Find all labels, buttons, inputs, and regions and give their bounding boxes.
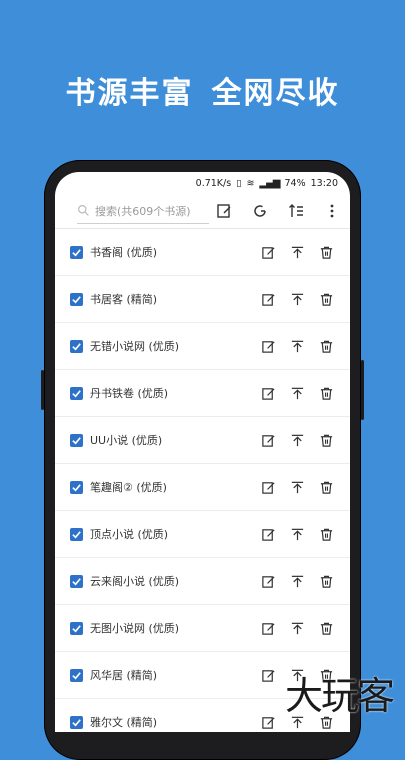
- delete-icon[interactable]: [319, 621, 334, 636]
- edit-icon[interactable]: [261, 480, 276, 495]
- checkbox[interactable]: [70, 621, 83, 635]
- toolbar: 搜索(共609个书源): [55, 194, 350, 229]
- edit-icon[interactable]: [261, 621, 276, 636]
- signal-icon: ▂▄▆: [259, 177, 280, 189]
- list-item[interactable]: 书居客 (精简): [55, 276, 350, 323]
- phone-screen: 0.71K/s ▯ ≋ ▂▄▆ 74% 13:20 搜索(共609个书源) 书香…: [55, 172, 350, 732]
- edit-icon[interactable]: [261, 386, 276, 401]
- headline-right: 全网尽收: [211, 76, 340, 111]
- sort-icon[interactable]: [288, 203, 304, 219]
- checkbox[interactable]: [70, 574, 83, 588]
- edit-source-icon[interactable]: [216, 203, 232, 219]
- edit-icon[interactable]: [261, 527, 276, 542]
- delete-icon[interactable]: [319, 245, 334, 260]
- refresh-icon[interactable]: [252, 203, 268, 219]
- checkbox[interactable]: [70, 339, 83, 353]
- delete-icon[interactable]: [319, 433, 334, 448]
- checkmark-icon: [72, 295, 81, 303]
- battery-level: 74%: [284, 177, 306, 189]
- search-input[interactable]: 搜索(共609个书源): [77, 199, 209, 224]
- source-name: 雅尔文 (精简): [90, 716, 158, 729]
- net-speed: 0.71K/s: [195, 177, 232, 189]
- delete-icon[interactable]: [319, 386, 334, 401]
- checkmark-icon: [72, 718, 81, 726]
- watermark: 大玩客: [284, 674, 395, 718]
- move-to-top-icon[interactable]: [290, 480, 305, 495]
- move-to-top-icon[interactable]: [290, 339, 305, 354]
- checkbox[interactable]: [70, 292, 83, 306]
- checkmark-icon: [72, 671, 81, 679]
- phone-side-button: [41, 370, 44, 410]
- search-placeholder: 搜索(共609个书源): [95, 204, 191, 218]
- list-item[interactable]: 云来阁小说 (优质): [55, 558, 350, 605]
- delete-icon[interactable]: [319, 339, 334, 354]
- move-to-top-icon[interactable]: [290, 527, 305, 542]
- move-to-top-icon[interactable]: [290, 245, 305, 260]
- list-item[interactable]: 无图小说网 (优质): [55, 605, 350, 652]
- checkmark-icon: [72, 577, 81, 585]
- source-name: 顶点小说 (优质): [90, 528, 169, 541]
- checkbox[interactable]: [70, 245, 83, 259]
- checkmark-icon: [72, 389, 81, 397]
- move-to-top-icon[interactable]: [290, 621, 305, 636]
- checkbox[interactable]: [70, 480, 83, 494]
- delete-icon[interactable]: [319, 480, 334, 495]
- edit-icon[interactable]: [261, 715, 276, 730]
- source-name: 丹书铁卷 (优质): [90, 387, 169, 400]
- checkmark-icon: [72, 624, 81, 632]
- phone-side-button: [361, 360, 364, 420]
- source-name: 笔趣阁② (优质): [90, 481, 167, 494]
- checkmark-icon: [72, 248, 81, 256]
- source-name: 云来阁小说 (优质): [90, 575, 180, 588]
- clock: 13:20: [310, 177, 338, 189]
- checkbox[interactable]: [70, 715, 83, 729]
- edit-icon[interactable]: [261, 339, 276, 354]
- source-list: 书香阁 (优质) 书居客 (精简) 无错小说网 (优质) 丹书铁卷 (优质) U…: [55, 229, 350, 732]
- checkbox[interactable]: [70, 386, 83, 400]
- source-name: UU小说 (优质): [90, 434, 163, 447]
- checkmark-icon: [72, 483, 81, 491]
- more-menu-icon[interactable]: [324, 203, 340, 219]
- checkmark-icon: [72, 436, 81, 444]
- delete-icon[interactable]: [319, 574, 334, 589]
- source-name: 无错小说网 (优质): [90, 340, 180, 353]
- wifi-icon: ≋: [246, 177, 255, 189]
- edit-icon[interactable]: [261, 292, 276, 307]
- move-to-top-icon[interactable]: [290, 292, 305, 307]
- delete-icon[interactable]: [319, 292, 334, 307]
- move-to-top-icon[interactable]: [290, 574, 305, 589]
- status-bar: 0.71K/s ▯ ≋ ▂▄▆ 74% 13:20: [55, 172, 350, 194]
- edit-icon[interactable]: [261, 668, 276, 683]
- checkbox[interactable]: [70, 433, 83, 447]
- source-name: 无图小说网 (优质): [90, 622, 180, 635]
- source-name: 书居客 (精简): [90, 293, 158, 306]
- headline-left: 书源丰富: [65, 76, 194, 111]
- checkbox[interactable]: [70, 527, 83, 541]
- edit-icon[interactable]: [261, 574, 276, 589]
- checkmark-icon: [72, 342, 81, 350]
- list-item[interactable]: 无错小说网 (优质): [55, 323, 350, 370]
- headline: 书源丰富 全网尽收: [0, 68, 405, 112]
- source-name: 书香阁 (优质): [90, 246, 158, 259]
- move-to-top-icon[interactable]: [290, 433, 305, 448]
- checkmark-icon: [72, 530, 81, 538]
- delete-icon[interactable]: [319, 527, 334, 542]
- list-item[interactable]: 丹书铁卷 (优质): [55, 370, 350, 417]
- nfc-icon: ▯: [236, 177, 242, 189]
- list-item[interactable]: 顶点小说 (优质): [55, 511, 350, 558]
- edit-icon[interactable]: [261, 433, 276, 448]
- move-to-top-icon[interactable]: [290, 386, 305, 401]
- list-item[interactable]: 笔趣阁② (优质): [55, 464, 350, 511]
- list-item[interactable]: 书香阁 (优质): [55, 229, 350, 276]
- list-item[interactable]: UU小说 (优质): [55, 417, 350, 464]
- source-name: 风华居 (精简): [90, 669, 158, 682]
- checkbox[interactable]: [70, 668, 83, 682]
- edit-icon[interactable]: [261, 245, 276, 260]
- search-icon: [78, 205, 89, 216]
